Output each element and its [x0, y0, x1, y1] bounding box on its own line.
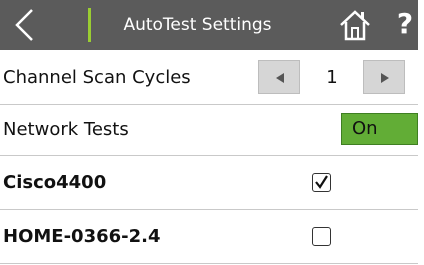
- channel-scan-row: Channel Scan Cycles 1: [0, 51, 418, 105]
- back-button[interactable]: [2, 0, 88, 50]
- channel-scan-label: Channel Scan Cycles: [3, 67, 191, 88]
- network-row[interactable]: Cisco4400: [0, 156, 418, 210]
- network-tests-toggle[interactable]: On: [341, 113, 418, 145]
- network-row[interactable]: HOME-0366-2.4: [0, 210, 418, 264]
- network-tests-row: Network Tests On: [0, 105, 418, 156]
- network-name: HOME-0366-2.4: [3, 226, 161, 247]
- increment-button[interactable]: [363, 60, 405, 94]
- chevron-left-icon: [15, 9, 33, 41]
- header-divider: [88, 8, 91, 42]
- page-title: AutoTest Settings: [123, 15, 272, 35]
- decrement-button[interactable]: [258, 60, 300, 94]
- network-name: Cisco4400: [3, 172, 107, 193]
- network-checkbox[interactable]: [312, 227, 331, 246]
- network-checkbox[interactable]: [312, 173, 331, 192]
- triangle-left-icon: [276, 73, 284, 83]
- toggle-state-label: On: [352, 118, 378, 139]
- home-icon: [340, 10, 370, 41]
- triangle-right-icon: [381, 73, 389, 83]
- home-button[interactable]: [336, 6, 374, 44]
- help-button[interactable]: ?: [392, 5, 418, 43]
- header-bar: AutoTest Settings ?: [0, 0, 418, 50]
- channel-scan-value: 1: [326, 67, 338, 88]
- checkmark-icon: [315, 175, 328, 189]
- network-tests-label: Network Tests: [3, 119, 129, 140]
